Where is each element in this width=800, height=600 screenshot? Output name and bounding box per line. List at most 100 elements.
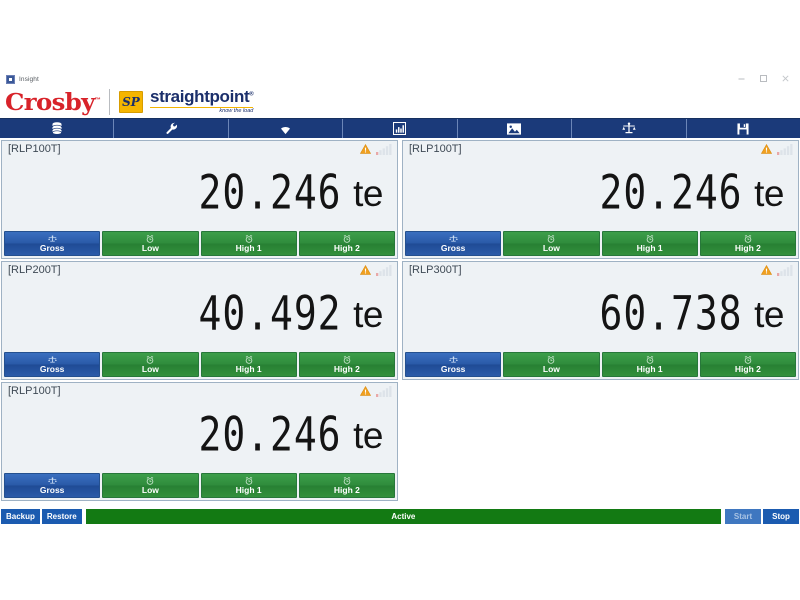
tool-settings[interactable] xyxy=(114,119,229,138)
title-bar: Insight xyxy=(0,70,800,86)
gross-button[interactable]: Gross xyxy=(405,231,502,256)
readout-value: 60.738 xyxy=(599,286,743,342)
low-alarm-button-label: Low xyxy=(542,364,560,375)
readout-panel[interactable]: [RLP100T] 20.246 te Gross Low High 1 Hig… xyxy=(1,382,398,501)
panel-header: [RLP300T] xyxy=(403,262,798,280)
high2-alarm-button-label: High 2 xyxy=(333,364,360,375)
signal-strength-icon xyxy=(777,144,793,155)
high2-alarm-button[interactable]: High 2 xyxy=(699,352,796,377)
high2-alarm-button-label: High 2 xyxy=(734,364,761,375)
low-alarm-button-label: Low xyxy=(141,243,159,254)
close-icon[interactable] xyxy=(774,72,796,85)
panel-button-row: Gross Low High 1 High 2 xyxy=(2,473,397,500)
alarm-icon xyxy=(547,355,555,364)
crosby-wordmark: Crosby xyxy=(5,88,95,116)
gross-button[interactable]: Gross xyxy=(4,352,101,377)
alarm-icon xyxy=(744,355,752,364)
high1-alarm-button[interactable]: High 1 xyxy=(200,231,297,256)
panel-status-icons xyxy=(761,264,793,276)
restore-button[interactable]: Restore xyxy=(41,509,82,524)
alarm-icon xyxy=(245,355,253,364)
backup-button[interactable]: Backup xyxy=(1,509,40,524)
brand-tagline: know the load xyxy=(219,108,254,115)
high1-alarm-button[interactable]: High 1 xyxy=(601,231,698,256)
start-button[interactable]: Start xyxy=(725,509,761,524)
alarm-icon xyxy=(547,234,555,243)
status-text: Active xyxy=(85,509,721,524)
tool-wireless[interactable] xyxy=(229,119,344,138)
high1-alarm-button-label: High 1 xyxy=(636,243,663,254)
panel-row-1: [RLP100T] 20.246 te Gross Low High 1 Hig… xyxy=(1,140,799,259)
readout-unit: te xyxy=(754,293,784,335)
bar-chart-icon xyxy=(393,122,407,135)
tool-image[interactable] xyxy=(458,119,573,138)
sp-badge-label: SP xyxy=(122,95,140,109)
tool-chart[interactable] xyxy=(343,119,458,138)
low-alarm-button[interactable]: Low xyxy=(102,231,199,256)
wifi-icon xyxy=(278,123,293,135)
readout-panel[interactable]: [RLP100T] 20.246 te Gross Low High 1 Hig… xyxy=(1,140,398,259)
panel-tag-label: [RLP100T] xyxy=(8,143,61,155)
high2-alarm-button-label: High 2 xyxy=(734,243,761,254)
gross-button[interactable]: Gross xyxy=(405,352,502,377)
panel-tag-label: [RLP200T] xyxy=(8,264,61,276)
high2-alarm-button[interactable]: High 2 xyxy=(699,231,796,256)
wrench-icon xyxy=(165,122,178,135)
high1-alarm-button-label: High 1 xyxy=(235,364,262,375)
app-icon xyxy=(6,74,15,84)
high1-alarm-button[interactable]: High 1 xyxy=(601,352,698,377)
maximize-icon[interactable] xyxy=(752,72,774,85)
warning-icon[interactable] xyxy=(360,386,371,396)
gross-button-label: Gross xyxy=(39,243,65,254)
panel-row-3: [RLP100T] 20.246 te Gross Low High 1 Hig… xyxy=(1,382,799,501)
alarm-icon xyxy=(146,355,154,364)
straightpoint-registered: ® xyxy=(249,91,254,98)
signal-strength-icon xyxy=(376,386,392,397)
readout-panel[interactable]: [RLP100T] 20.246 te Gross Low High 1 Hig… xyxy=(402,140,799,259)
gross-button[interactable]: Gross xyxy=(4,473,101,498)
scales-icon xyxy=(448,355,458,364)
warning-icon[interactable] xyxy=(360,144,371,154)
crosby-trademark: ™ xyxy=(94,96,101,103)
tool-database[interactable] xyxy=(0,119,115,138)
panel-header: [RLP100T] xyxy=(2,141,397,159)
high2-alarm-button[interactable]: High 2 xyxy=(298,352,395,377)
alarm-icon xyxy=(245,476,253,485)
low-alarm-button[interactable]: Low xyxy=(102,473,199,498)
alarm-icon xyxy=(646,355,654,364)
readout-panel[interactable]: [RLP300T] 60.738 te Gross Low High 1 Hig… xyxy=(402,261,799,380)
low-alarm-button[interactable]: Low xyxy=(503,352,600,377)
brand-header: Crosby™ SP straightpoint® know the load xyxy=(0,86,800,118)
low-alarm-button[interactable]: Low xyxy=(102,352,199,377)
low-alarm-button-label: Low xyxy=(141,485,159,496)
main-toolbar xyxy=(0,118,800,138)
readout-unit: te xyxy=(353,172,383,214)
panel-tag-label: [RLP300T] xyxy=(409,264,462,276)
alarm-icon xyxy=(245,234,253,243)
tool-save[interactable] xyxy=(687,119,800,138)
window-controls xyxy=(730,72,796,85)
tool-calibration[interactable] xyxy=(572,119,687,138)
signal-strength-icon xyxy=(376,265,392,276)
high1-alarm-button-label: High 1 xyxy=(235,485,262,496)
alarm-icon xyxy=(146,476,154,485)
minimize-icon[interactable] xyxy=(730,72,752,85)
gross-button[interactable]: Gross xyxy=(4,231,101,256)
readout-value: 20.246 xyxy=(198,165,342,221)
readout-panel[interactable]: [RLP200T] 40.492 te Gross Low High 1 Hig… xyxy=(1,261,398,380)
low-alarm-button[interactable]: Low xyxy=(503,231,600,256)
warning-icon[interactable] xyxy=(761,144,772,154)
scales-icon xyxy=(47,355,57,364)
stop-button[interactable]: Stop xyxy=(763,509,799,524)
panel-button-row: Gross Low High 1 High 2 xyxy=(403,352,798,379)
panel-readout: 20.246 te xyxy=(2,159,397,231)
warning-icon[interactable] xyxy=(761,265,772,275)
low-alarm-button-label: Low xyxy=(542,243,560,254)
high2-alarm-button[interactable]: High 2 xyxy=(298,473,395,498)
high1-alarm-button[interactable]: High 1 xyxy=(200,473,297,498)
high2-alarm-button[interactable]: High 2 xyxy=(298,231,395,256)
high1-alarm-button[interactable]: High 1 xyxy=(200,352,297,377)
readout-unit: te xyxy=(353,414,383,456)
warning-icon[interactable] xyxy=(360,265,371,275)
readout-panels-area: [RLP100T] 20.246 te Gross Low High 1 Hig… xyxy=(0,138,800,509)
